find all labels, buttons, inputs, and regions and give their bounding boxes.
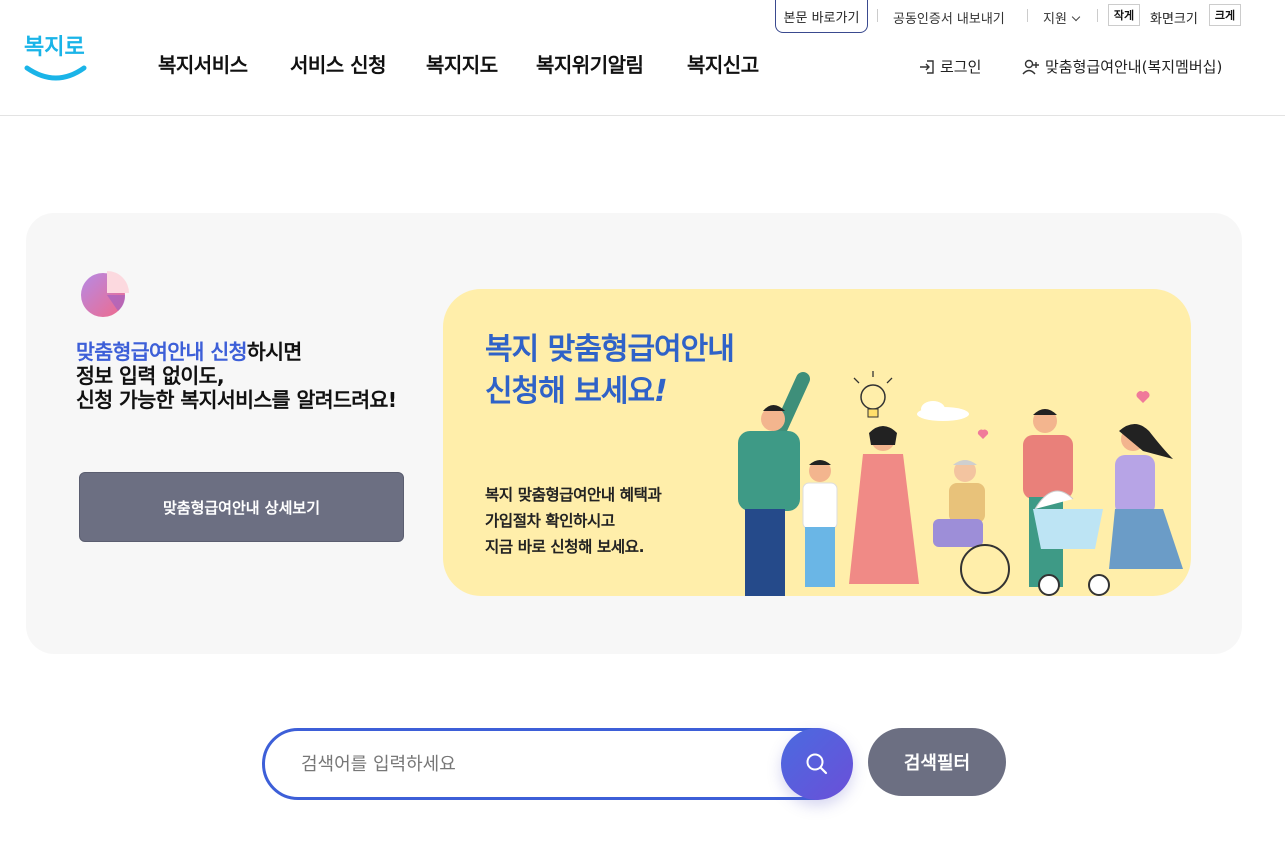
- nav-service-apply[interactable]: 서비스 신청: [290, 49, 386, 78]
- nav-welfare-crisis-alert[interactable]: 복지위기알림: [536, 49, 644, 78]
- search-icon: [806, 753, 828, 775]
- family-illustration: [738, 371, 1183, 596]
- pie-chart-icon: [81, 271, 129, 317]
- membership-link[interactable]: 맞춤형급여안내(복지멤버십): [1021, 56, 1222, 77]
- promo-line2: 정보 입력 없이도,: [76, 364, 225, 388]
- membership-banner[interactable]: 복지 맞춤형급여안내 신청해 보세요! 복지 맞춤형급여안내 혜택과 가입절차 …: [443, 289, 1191, 596]
- banner-title-line2: 신청해 보세요: [485, 374, 655, 409]
- skip-to-content-link[interactable]: 본문 바로가기: [775, 0, 868, 33]
- banner-title-line1: 복지 맞춤형급여안내: [485, 332, 735, 367]
- banner-text-line1: 복지 맞춤형급여안내 혜택과: [485, 486, 662, 504]
- support-dropdown[interactable]: 지원: [1043, 8, 1081, 27]
- bokjiro-logo-icon: 복지로: [24, 35, 87, 81]
- support-label: 지원: [1043, 12, 1067, 27]
- search-button[interactable]: [781, 728, 853, 800]
- promo-text: 맞춤형급여안내 신청하시면 정보 입력 없이도, 신청 가능한 복지서비스를 알…: [76, 340, 426, 412]
- nav-welfare-map[interactable]: 복지지도: [426, 49, 498, 78]
- search-filter-button[interactable]: 검색필터: [868, 728, 1006, 796]
- promo-line1: 하시면: [246, 340, 302, 364]
- font-large-button[interactable]: 크게: [1209, 4, 1241, 26]
- font-size-label: 화면크기: [1150, 12, 1198, 27]
- site-logo[interactable]: 복지로: [22, 30, 92, 88]
- divider: [877, 9, 878, 22]
- user-add-icon: [1022, 59, 1039, 74]
- search-box: [262, 728, 850, 800]
- membership-label: 맞춤형급여안내(복지멤버십): [1045, 58, 1223, 76]
- banner-text-line3: 지금 바로 신청해 보세요.: [485, 538, 645, 556]
- divider: [1027, 9, 1028, 22]
- banner-text: 복지 맞춤형급여안내 혜택과 가입절차 확인하시고 지금 바로 신청해 보세요.: [485, 482, 662, 560]
- divider: [1097, 9, 1098, 22]
- banner-title: 복지 맞춤형급여안내 신청해 보세요!: [485, 329, 735, 413]
- nav-welfare-report[interactable]: 복지신고: [687, 49, 759, 78]
- font-small-button[interactable]: 작게: [1108, 4, 1140, 26]
- search-input[interactable]: [301, 749, 741, 779]
- login-link[interactable]: 로그인: [918, 56, 981, 77]
- header-divider: [0, 115, 1285, 116]
- chevron-down-icon: [1071, 12, 1081, 22]
- promo-highlight: 맞춤형급여안내 신청: [76, 340, 247, 364]
- logo-text: 복지로: [24, 35, 85, 60]
- membership-detail-button[interactable]: 맞춤형급여안내 상세보기: [79, 472, 404, 542]
- banner-text-line2: 가입절차 확인하시고: [485, 512, 615, 530]
- login-icon: [920, 59, 934, 74]
- utility-bar: 본문 바로가기 공동인증서 내보내기 지원 작게 화면크기 크게: [0, 0, 1285, 33]
- cert-export-link[interactable]: 공동인증서 내보내기: [893, 8, 1005, 27]
- login-label: 로그인: [940, 58, 982, 76]
- promo-line3: 신청 가능한 복지서비스를 알려드려요!: [76, 388, 397, 412]
- nav-welfare-services[interactable]: 복지서비스: [158, 49, 248, 78]
- banner-title-exclaim: !: [654, 374, 668, 409]
